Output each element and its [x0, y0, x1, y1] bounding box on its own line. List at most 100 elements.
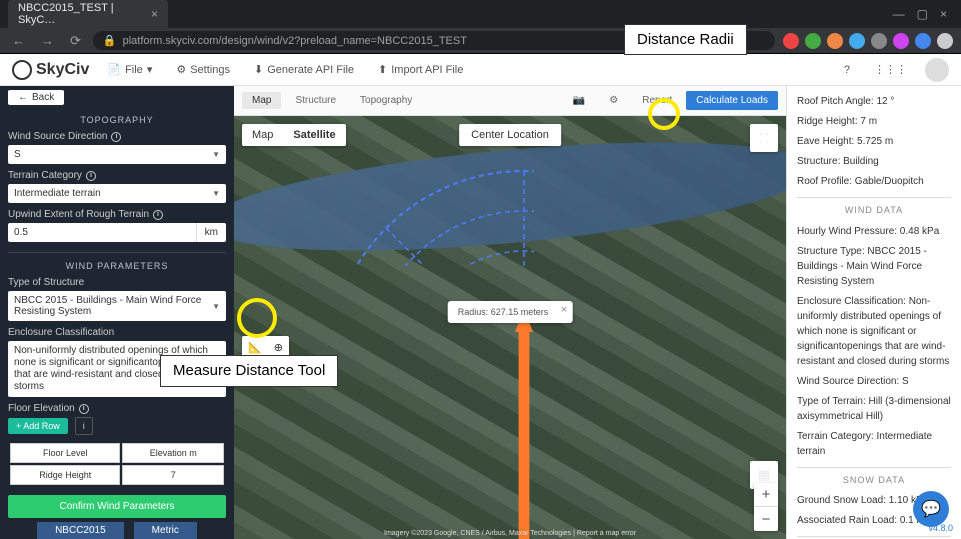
zoom-out-button[interactable]: −: [754, 507, 778, 531]
section-title: WIND DATA: [797, 197, 951, 218]
apps-icon[interactable]: ⋮⋮⋮: [868, 61, 913, 78]
terrain-category-select[interactable]: Intermediate terrain▼: [8, 184, 226, 203]
add-row-button[interactable]: + Add Row: [8, 418, 68, 434]
gear-icon[interactable]: ⚙: [599, 92, 628, 109]
summary-item: Enclosure Classification: Non-uniformly …: [797, 294, 951, 369]
map-type-map[interactable]: Map: [242, 124, 283, 146]
floor-table: Floor LevelElevation m Ridge Height7: [8, 441, 226, 487]
zoom-in-button[interactable]: +: [754, 483, 778, 507]
zoom-control: + −: [754, 483, 778, 531]
reload-icon[interactable]: ⟳: [66, 33, 85, 49]
back-icon[interactable]: ←: [8, 33, 29, 48]
url-text: platform.skyciv.com/design/wind/v2?prelo…: [123, 35, 467, 47]
tab-map[interactable]: Map: [242, 92, 281, 109]
table-cell[interactable]: 7: [122, 465, 224, 485]
info-icon[interactable]: i: [153, 210, 163, 220]
center-area: Map Structure Topography 📷 ⚙ Report Calc…: [234, 86, 786, 539]
calculate-button[interactable]: Calculate Loads: [686, 91, 778, 110]
center-toolbar: Map Structure Topography 📷 ⚙ Report Calc…: [234, 86, 786, 116]
map-attribution: Imagery ©2023 Google, CNES / Airbus, Max…: [384, 530, 636, 537]
maximize-icon[interactable]: ▢: [911, 7, 934, 21]
forward-icon[interactable]: →: [37, 33, 58, 48]
tab-structure[interactable]: Structure: [285, 92, 346, 109]
map-type-satellite[interactable]: Satellite: [283, 124, 345, 146]
right-panel: Roof Pitch Angle: 12 ° Ridge Height: 7 m…: [786, 86, 961, 539]
close-icon[interactable]: ×: [151, 7, 158, 21]
info-icon[interactable]: i: [79, 404, 89, 414]
summary-item: Wind Source Direction: S: [797, 374, 951, 389]
logo-icon: [12, 60, 32, 80]
settings-menu[interactable]: ⚙ Settings: [170, 61, 236, 78]
map[interactable]: Map Satellite Center Location ⛶ 📐 ⊕ Radi…: [234, 116, 786, 539]
back-button[interactable]: ← Back: [8, 90, 64, 105]
table-cell[interactable]: Ridge Height: [10, 465, 120, 485]
section-title: WIND PARAMETERS: [8, 252, 226, 271]
summary-item: Roof Profile: Gable/Duopitch: [797, 174, 951, 189]
confirm-button[interactable]: Confirm Wind Parameters: [8, 495, 226, 518]
annotation-circle: [648, 98, 680, 130]
ext-icon[interactable]: [783, 33, 799, 49]
info-icon[interactable]: i: [111, 132, 121, 142]
summary-item: Ridge Height: 7 m: [797, 114, 951, 129]
summary-item: Hourly Wind Pressure: 0.48 kPa: [797, 224, 951, 239]
close-icon[interactable]: ×: [561, 304, 567, 316]
ext-icon[interactable]: [849, 33, 865, 49]
summary-item: Roof Pitch Angle: 12 °: [797, 94, 951, 109]
center-location-button[interactable]: Center Location: [459, 124, 561, 146]
summary-item: Structure: Building: [797, 154, 951, 169]
section-title: TOPOGRAPHY: [8, 115, 226, 125]
label-enc-class: Enclosure Classification: [8, 327, 226, 338]
upwind-input[interactable]: 0.5: [8, 223, 196, 242]
left-panel: ← Back TOPOGRAPHY Wind Source Direction …: [0, 86, 234, 539]
ext-icon[interactable]: [805, 33, 821, 49]
info-icon[interactable]: i: [75, 417, 93, 435]
chevron-down-icon: ▼: [212, 302, 220, 311]
radius-popup: Radius: 627.15 meters ×: [448, 301, 573, 323]
minimize-icon[interactable]: —: [887, 7, 911, 21]
chevron-down-icon: ▼: [212, 189, 220, 198]
app-header: SkyCiv 📄 File ▾ ⚙ Settings ⬇ Generate AP…: [0, 54, 961, 86]
ext-icon[interactable]: [893, 33, 909, 49]
label-type-struct: Type of Structure: [8, 277, 226, 288]
import-api-button[interactable]: ⬆ Import API File: [372, 61, 469, 78]
summary-item: Type of Terrain: Hill (3-dimensional axi…: [797, 394, 951, 424]
lock-icon: 🔒: [103, 34, 117, 47]
map-type-control: Map Satellite: [242, 124, 346, 146]
help-icon[interactable]: ?: [838, 62, 856, 78]
code-tab[interactable]: NBCC2015: [37, 522, 124, 539]
label-terrain-cat: Terrain Category i: [8, 170, 226, 181]
wind-source-select[interactable]: S▼: [8, 145, 226, 164]
generate-api-button[interactable]: ⬇ Generate API File: [248, 61, 360, 78]
table-header: Floor Level: [10, 443, 120, 463]
ext-icon[interactable]: [827, 33, 843, 49]
info-icon[interactable]: i: [86, 171, 96, 181]
file-menu[interactable]: 📄 File ▾: [101, 61, 158, 78]
tab-title: NBCC2015_TEST | SkyC…: [18, 2, 145, 26]
summary-item: Terrain Category: Intermediate terrain: [797, 429, 951, 459]
address-bar: ← → ⟳ 🔒 platform.skyciv.com/design/wind/…: [0, 28, 961, 54]
browser-tab[interactable]: NBCC2015_TEST | SkyC… ×: [8, 0, 168, 30]
summary-item: Eave Height: 5.725 m: [797, 134, 951, 149]
tab-topography[interactable]: Topography: [350, 92, 422, 109]
annotation-measure: Measure Distance Tool: [160, 355, 338, 387]
avatar[interactable]: [925, 58, 949, 82]
browser-tab-strip: NBCC2015_TEST | SkyC… × — ▢ ×: [0, 0, 961, 28]
fullscreen-icon[interactable]: ⛶: [750, 124, 778, 152]
chat-icon[interactable]: 💬: [913, 491, 949, 527]
ext-icon[interactable]: [937, 33, 953, 49]
window-close-icon[interactable]: ×: [934, 7, 953, 21]
annotation-circle: [237, 298, 277, 338]
unit-tab[interactable]: Metric: [134, 522, 197, 539]
structure-type-select[interactable]: NBCC 2015 - Buildings - Main Wind Force …: [8, 291, 226, 321]
camera-icon[interactable]: 📷: [563, 92, 595, 109]
summary-item: Structure Type: NBCC 2015 - Buildings - …: [797, 244, 951, 289]
ext-icon[interactable]: [871, 33, 887, 49]
label-floor-elev: Floor Elevation i: [8, 403, 226, 414]
ext-icon[interactable]: [915, 33, 931, 49]
logo[interactable]: SkyCiv: [12, 60, 89, 80]
table-header: Elevation m: [122, 443, 224, 463]
label-wind-src-dir: Wind Source Direction i: [8, 131, 226, 142]
chevron-down-icon: ▼: [212, 150, 220, 159]
extension-icons: [783, 33, 953, 49]
section-title: SNOW DATA: [797, 467, 951, 488]
